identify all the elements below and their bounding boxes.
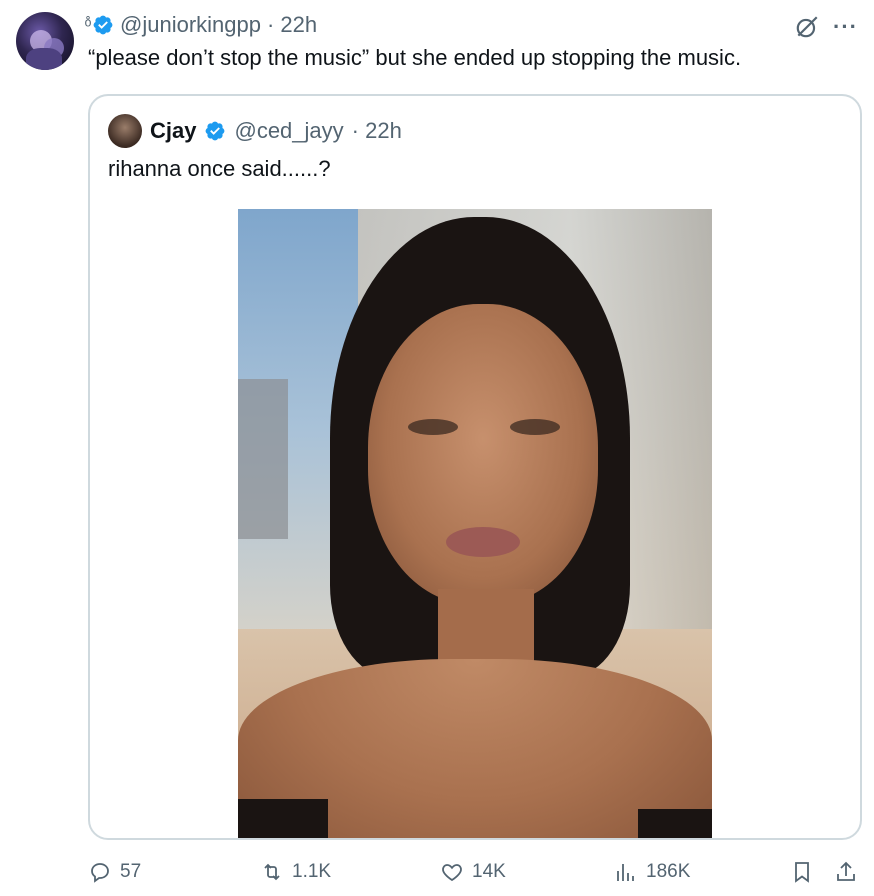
photo-eye-right [510, 419, 560, 435]
views-count: 186K [646, 861, 691, 882]
reply-count: 57 [120, 861, 142, 882]
photo-eye-left [408, 419, 458, 435]
quoted-tweet-card[interactable]: Cjay @ced_jayy · 22h rihanna once said..… [88, 94, 862, 840]
tweet-timestamp[interactable]: · 22h [267, 12, 317, 38]
verified-badge-icon [206, 121, 225, 141]
photo-face [368, 304, 598, 604]
quoted-author-avatar[interactable] [108, 114, 142, 148]
more-icon[interactable]: ··· [833, 14, 858, 40]
tweet-text: “please don’t stop the music” but she en… [88, 45, 742, 70]
verified-badge-icon [93, 15, 113, 35]
views-button[interactable]: 186K [614, 860, 690, 884]
share-icon [837, 861, 855, 881]
views-icon [617, 864, 634, 881]
photo-top-left [238, 799, 328, 838]
quoted-tweet-timestamp[interactable]: · 22h [352, 118, 402, 144]
like-icon [442, 864, 462, 882]
tweet-header: ͦ̊ @juniorkingpp · 22h [88, 12, 317, 38]
tweet-actions: 57 1.1K 14K 186K [88, 856, 862, 890]
quoted-author-name[interactable]: Cjay [150, 118, 196, 144]
quoted-tweet-photo[interactable] [238, 209, 712, 838]
photo-building-left [238, 379, 288, 539]
like-count: 14K [472, 861, 506, 882]
photo-top-right [638, 809, 712, 838]
reply-icon [91, 863, 109, 883]
quoted-tweet-text: rihanna once said......? [108, 156, 331, 181]
author-avatar[interactable] [16, 12, 74, 70]
repost-count: 1.1K [292, 861, 332, 882]
quoted-tweet-header: Cjay @ced_jayy · 22h [108, 114, 402, 148]
avatar-figure-3 [26, 48, 62, 70]
bookmark-button[interactable] [790, 860, 814, 884]
grok-icon[interactable] [794, 14, 820, 40]
bookmark-icon [795, 862, 809, 883]
repost-button[interactable]: 1.1K [260, 860, 331, 884]
photo-lips [446, 527, 520, 557]
reply-button[interactable]: 57 [88, 860, 141, 884]
share-button[interactable] [834, 860, 858, 884]
like-button[interactable]: 14K [440, 860, 506, 884]
author-handle[interactable]: @juniorkingpp [120, 12, 261, 38]
repost-icon [264, 863, 280, 881]
quoted-author-handle[interactable]: @ced_jayy [234, 118, 343, 144]
